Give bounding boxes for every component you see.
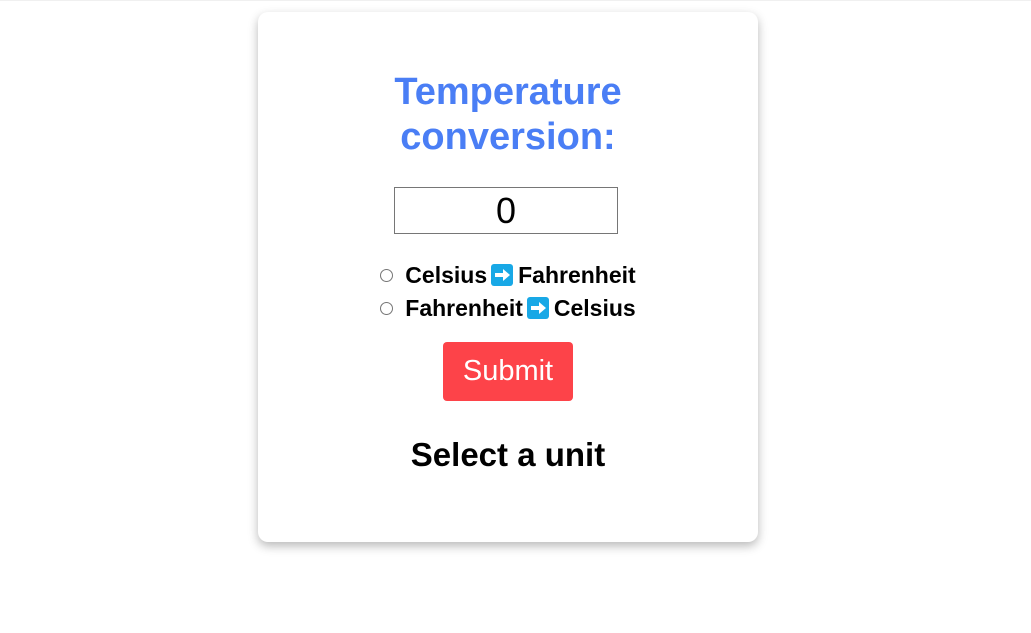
converter-card: Temperature conversion: Celsius Fahrenhe… — [258, 12, 758, 542]
option-fahrenheit-to-celsius[interactable]: Fahrenheit Celsius — [258, 294, 758, 322]
temperature-input[interactable] — [394, 187, 618, 234]
page-title: Temperature conversion: — [258, 70, 758, 160]
radio-fahrenheit-to-celsius[interactable] — [380, 301, 394, 315]
right-arrow-icon — [526, 297, 549, 319]
right-arrow-icon — [491, 264, 514, 286]
title-line-2: conversion: — [400, 116, 616, 158]
result-text: Select a unit — [410, 436, 606, 473]
option-celsius-to-fahrenheit[interactable]: Celsius Fahrenheit — [258, 261, 758, 289]
option-from-label: Fahrenheit — [405, 294, 523, 321]
option-from-label: Celsius — [405, 261, 488, 288]
submit-button[interactable]: Submit — [443, 342, 573, 401]
title-line-1: Temperature — [394, 71, 622, 113]
radio-celsius-to-fahrenheit[interactable] — [380, 268, 394, 282]
option-to-label: Fahrenheit — [518, 261, 636, 288]
top-divider — [0, 0, 1031, 1]
option-to-label: Celsius — [553, 294, 636, 321]
